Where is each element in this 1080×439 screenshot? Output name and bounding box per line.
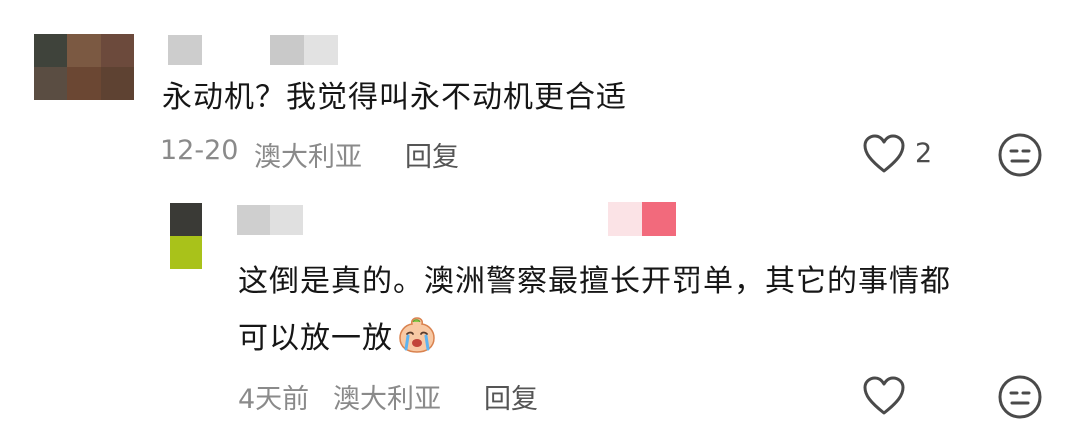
user-badge-blurred: [270, 35, 338, 65]
heart-icon[interactable]: [862, 133, 906, 175]
reply-badge-blurred: [608, 202, 676, 236]
like-count: 2: [915, 138, 933, 169]
reply-text-line2: 可以放一放: [238, 316, 437, 359]
avatar-pixel: [170, 203, 202, 236]
reply-button[interactable]: 回复: [405, 135, 459, 174]
reply-username-blurred[interactable]: [237, 205, 303, 235]
heart-icon[interactable]: [862, 375, 906, 417]
username-blurred[interactable]: [168, 35, 202, 65]
avatar-pixel: [170, 236, 202, 269]
avatar-pixel: [100, 34, 134, 67]
reply-text-line2-content: 可以放一放: [238, 321, 393, 356]
reply-text-line1: 这倒是真的。澳洲警察最擅长开罚单，其它的事情都: [238, 264, 951, 299]
avatar-pixel: [34, 67, 68, 100]
avatar-pixel: [67, 34, 101, 67]
comment-date: 12-20: [160, 135, 239, 166]
avatar[interactable]: [34, 34, 134, 100]
reply-date: 4天前: [238, 384, 310, 415]
reply-button[interactable]: 回复: [484, 377, 538, 416]
reply-location: 澳大利亚: [333, 384, 441, 415]
neutral-face-icon[interactable]: [997, 374, 1043, 420]
comment-location: 澳大利亚: [254, 142, 362, 173]
comment-text: 永动机？我觉得叫永不动机更合适: [162, 80, 627, 115]
avatar-pixel: [67, 67, 101, 100]
neutral-face-icon[interactable]: [997, 132, 1043, 178]
reply-avatar[interactable]: [170, 203, 202, 269]
crying-face-emoji: [399, 317, 435, 353]
avatar-pixel: [100, 67, 134, 100]
avatar-pixel: [34, 34, 68, 67]
